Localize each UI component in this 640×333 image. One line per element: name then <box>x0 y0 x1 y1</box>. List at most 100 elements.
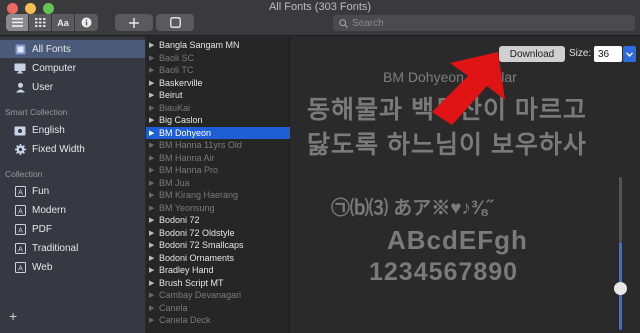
font-list-item-label: BM Hanna Pro <box>159 165 219 176</box>
font-list-item[interactable]: ▶ Brush Script MT <box>146 277 290 290</box>
sidebar: All Fonts Computer User Smart Collection… <box>0 37 145 333</box>
sidebar-item-user[interactable]: User <box>0 78 145 96</box>
font-list-item-label: Cambay Devanagari <box>159 290 242 301</box>
font-list-item[interactable]: ▶ Bodoni 72 Smallcaps <box>146 239 290 252</box>
font-list-item-label: Bradley Hand <box>159 265 214 276</box>
font-family-list: ▶ Bangla Sangam MN ▶ Baoli SC ▶ Baoli TC ▶ Bask… <box>146 37 290 333</box>
font-list-item[interactable]: ▶ BM Jua <box>146 177 290 190</box>
sidebar-item-web[interactable]: A Web <box>0 258 145 276</box>
size-slider-knob[interactable] <box>614 282 627 295</box>
disclosure-triangle-icon[interactable]: ▶ <box>149 216 159 224</box>
sidebar-item-label: Traditional <box>32 242 79 254</box>
font-list-item[interactable]: ▶ Big Caslon <box>146 114 290 127</box>
font-list-item[interactable]: ▶ Cambay Devanagari <box>146 289 290 302</box>
disclosure-triangle-icon[interactable]: ▶ <box>149 179 159 187</box>
disclosure-triangle-icon[interactable]: ▶ <box>149 41 159 49</box>
sidebar-item-label: Web <box>32 261 53 273</box>
sidebar-item-english[interactable]: English <box>0 121 145 139</box>
font-list-item[interactable]: ▶ BM Hanna Air <box>146 152 290 165</box>
font-preview-pane: Download Size: 36 BM Dohyeon Regular 동해물… <box>291 37 640 333</box>
disclosure-triangle-icon[interactable]: ▶ <box>149 154 159 162</box>
font-list-item[interactable]: ▶ Bodoni 72 Oldstyle <box>146 227 290 240</box>
sidebar-item-fixed-width[interactable]: Fixed Width <box>0 140 145 158</box>
sidebar-item-traditional[interactable]: A Traditional <box>0 239 145 257</box>
disclosure-triangle-icon[interactable]: ▶ <box>149 241 159 249</box>
font-list-item-label: Bodoni 72 <box>159 215 200 226</box>
font-list-item[interactable]: ▶ Canela Deck <box>146 314 290 327</box>
sidebar-item-all-fonts[interactable]: All Fonts <box>0 40 145 58</box>
toggle-preview-button[interactable] <box>156 14 194 31</box>
preview-symbols-line: ㉠⒝⑶ あア※♥♪⅜˝ <box>331 198 494 219</box>
disclosure-triangle-icon[interactable]: ▶ <box>149 254 159 262</box>
disclosure-triangle-icon[interactable]: ▶ <box>149 91 159 99</box>
size-dropdown-button[interactable] <box>623 46 636 62</box>
download-button[interactable]: Download <box>499 46 565 62</box>
disclosure-triangle-icon[interactable]: ▶ <box>149 291 159 299</box>
view-mode-segmented-control: Aa <box>6 14 98 31</box>
disclosure-triangle-icon[interactable]: ▶ <box>149 191 159 199</box>
font-list-item-label: BM Hanna Air <box>159 152 215 163</box>
disclosure-triangle-icon[interactable]: ▶ <box>149 79 159 87</box>
font-list-item[interactable]: ▶ Baskerville <box>146 77 290 90</box>
add-font-button[interactable] <box>115 14 153 31</box>
font-list-item-label: Baskerville <box>159 77 203 88</box>
font-list-item[interactable]: ▶ Bodoni Ornaments <box>146 252 290 265</box>
size-slider-track[interactable] <box>619 177 622 242</box>
font-list-item-label: Beirut <box>159 90 183 101</box>
sidebar-item-label: Computer <box>32 62 76 74</box>
disclosure-triangle-icon[interactable]: ▶ <box>149 116 159 124</box>
disclosure-triangle-icon[interactable]: ▶ <box>149 204 159 212</box>
font-list-item[interactable]: ▶ Bodoni 72 <box>146 214 290 227</box>
font-list-item-label: BM Yeonsung <box>159 202 215 213</box>
disclosure-triangle-icon[interactable]: ▶ <box>149 66 159 74</box>
sidebar-item-computer[interactable]: Computer <box>0 59 145 77</box>
font-list-item[interactable]: ▶ BM Hanna Pro <box>146 164 290 177</box>
svg-text:A: A <box>18 265 23 272</box>
list-view-button[interactable] <box>6 14 29 31</box>
font-collection-icon: A <box>14 261 26 273</box>
disclosure-triangle-icon[interactable]: ▶ <box>149 166 159 174</box>
disclosure-triangle-icon[interactable]: ▶ <box>149 304 159 312</box>
font-list-item-label: BM Dohyeon <box>159 127 212 138</box>
sidebar-item-pdf[interactable]: A PDF <box>0 220 145 238</box>
disclosure-triangle-icon[interactable]: ▶ <box>149 266 159 274</box>
disclosure-triangle-icon[interactable]: ▶ <box>149 279 159 287</box>
search-field[interactable]: Search <box>333 15 635 31</box>
font-list-item[interactable]: ▶ Bradley Hand <box>146 264 290 277</box>
sidebar-item-label: User <box>32 81 54 93</box>
size-field[interactable]: 36 <box>594 46 622 62</box>
disclosure-triangle-icon[interactable]: ▶ <box>149 141 159 149</box>
font-list-item[interactable]: ▶ BM Kirang Haerang <box>146 189 290 202</box>
disclosure-triangle-icon[interactable]: ▶ <box>149 54 159 62</box>
user-icon <box>14 81 26 93</box>
sample-aa-icon: Aa <box>57 17 69 28</box>
sidebar-item-modern[interactable]: A Modern <box>0 201 145 219</box>
font-list-item-label: Bodoni Ornaments <box>159 252 235 263</box>
disclosure-triangle-icon[interactable]: ▶ <box>149 129 159 137</box>
font-list-item-label: Baoli TC <box>159 65 194 76</box>
sidebar-item-label: Fun <box>32 185 50 197</box>
font-list-item[interactable]: ▶ BM Dohyeon <box>146 126 290 139</box>
font-list-item[interactable]: ▶ Baoli TC <box>146 64 290 77</box>
font-list-item-label: Canela <box>159 302 188 313</box>
font-list-item[interactable]: ▶ Beirut <box>146 89 290 102</box>
font-list-item[interactable]: ▶ Bangla Sangam MN <box>146 39 290 52</box>
font-collection-icon: A <box>14 223 26 235</box>
font-list-item[interactable]: ▶ Baoli SC <box>146 52 290 65</box>
disclosure-triangle-icon[interactable]: ▶ <box>149 104 159 112</box>
font-list-item[interactable]: ▶ BM Yeonsung <box>146 202 290 215</box>
folder-gear-icon <box>14 124 26 136</box>
font-collection-icon: A <box>14 185 26 197</box>
disclosure-triangle-icon[interactable]: ▶ <box>149 229 159 237</box>
add-collection-button[interactable]: + <box>9 308 17 324</box>
font-list-item-label: Canela Deck <box>159 315 211 326</box>
grid-view-button[interactable] <box>29 14 52 31</box>
sample-view-button[interactable]: Aa <box>52 14 75 31</box>
size-label: Size: <box>569 48 592 59</box>
sidebar-item-fun[interactable]: A Fun <box>0 182 145 200</box>
disclosure-triangle-icon[interactable]: ▶ <box>149 316 159 324</box>
font-list-item[interactable]: ▶ BiauKai <box>146 102 290 115</box>
info-view-button[interactable] <box>75 14 98 31</box>
font-list-item[interactable]: ▶ Canela <box>146 302 290 315</box>
font-list-item[interactable]: ▶ BM Hanna 11yrs Old <box>146 139 290 152</box>
